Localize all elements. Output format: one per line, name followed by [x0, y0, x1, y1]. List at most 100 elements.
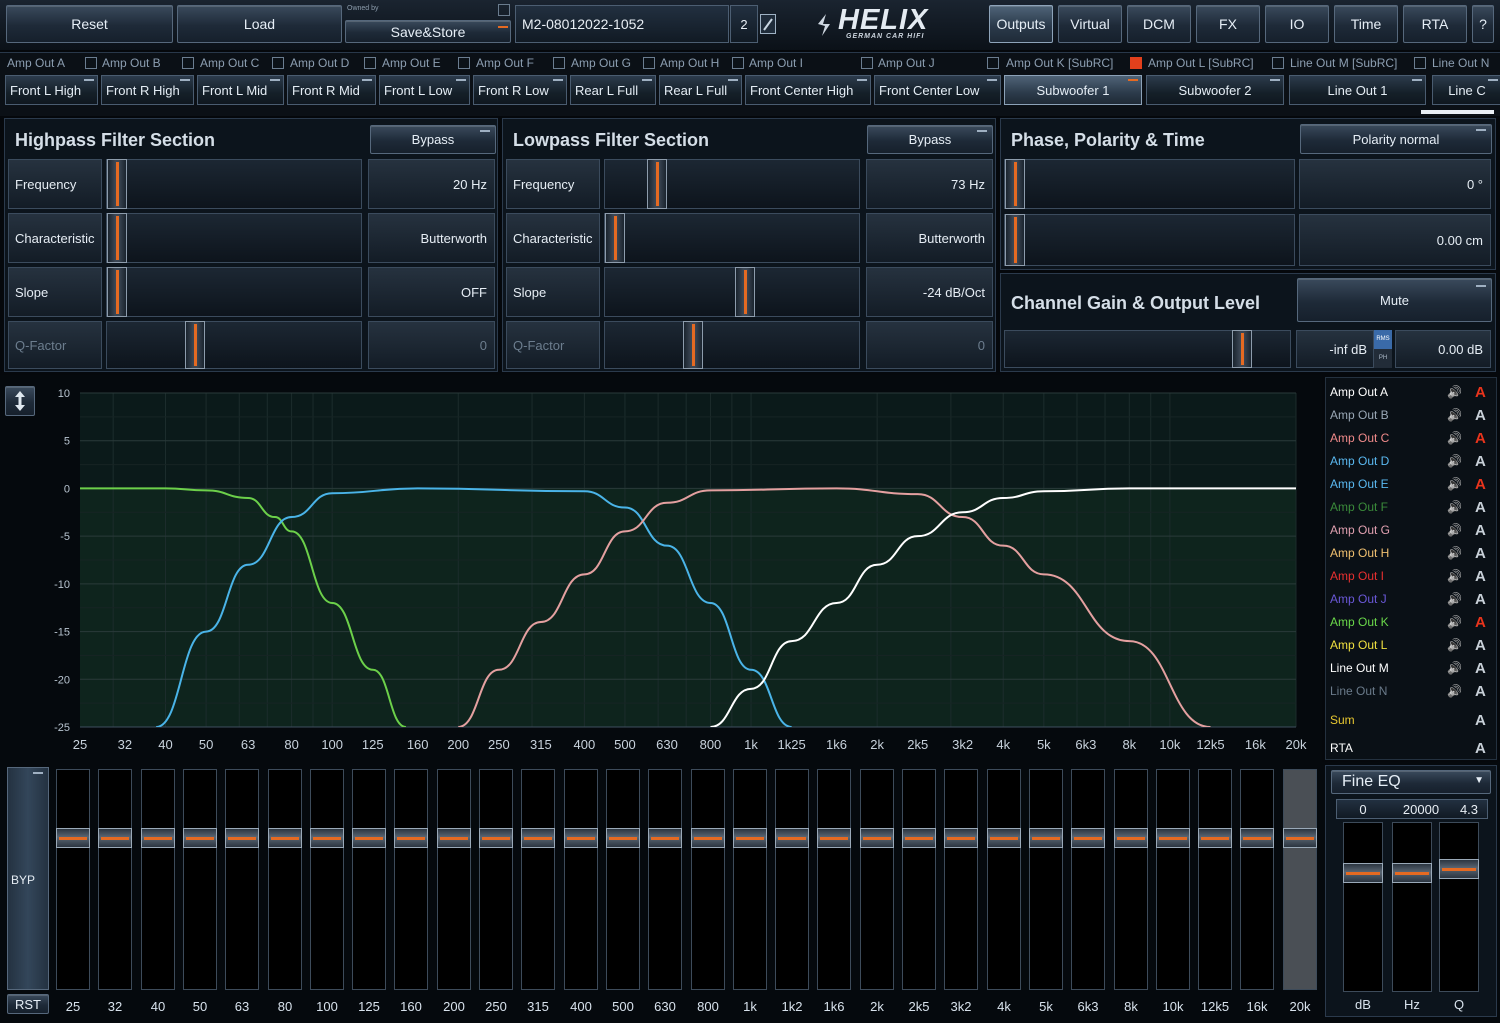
legend-item[interactable]: Amp Out D 🔊 A: [1330, 451, 1490, 471]
channel-link-checkbox[interactable]: [732, 57, 744, 69]
legend-item[interactable]: Amp Out L 🔊 A: [1330, 635, 1490, 655]
channel-link-checkbox[interactable]: [85, 57, 97, 69]
eq-band-handle[interactable]: [944, 828, 978, 848]
auto-icon[interactable]: A: [1475, 614, 1486, 631]
eq-band-handle[interactable]: [56, 828, 90, 848]
legend-item[interactable]: Amp Out B 🔊 A: [1330, 405, 1490, 425]
eq-band-slider[interactable]: [268, 769, 302, 990]
slider-handle[interactable]: [107, 213, 127, 263]
channel-button[interactable]: Front Center High: [745, 75, 871, 105]
rms-toggle[interactable]: RMS: [1374, 330, 1392, 349]
eq-band-slider[interactable]: [394, 769, 428, 990]
speaker-icon[interactable]: 🔊: [1447, 454, 1462, 468]
eq-band-slider[interactable]: [225, 769, 259, 990]
eq-band-slider[interactable]: [1114, 769, 1148, 990]
speaker-icon[interactable]: 🔊: [1447, 500, 1462, 514]
time-slider-handle[interactable]: [1005, 214, 1025, 266]
eq-band-handle[interactable]: [183, 828, 217, 848]
eq-band-slider[interactable]: [437, 769, 471, 990]
save-store-button[interactable]: Save&Store: [345, 20, 511, 43]
channel-link-checkbox[interactable]: [553, 57, 565, 69]
reset-button[interactable]: Reset: [6, 5, 173, 43]
auto-icon[interactable]: A: [1475, 453, 1486, 470]
channel-link-checkbox[interactable]: [861, 57, 873, 69]
auto-icon[interactable]: A: [1475, 660, 1486, 677]
slider-handle[interactable]: [605, 213, 625, 263]
nav-fx[interactable]: FX: [1196, 5, 1260, 43]
channel-button[interactable]: Front R Low: [473, 75, 567, 105]
lowpass-qfactor-slider[interactable]: [604, 321, 860, 369]
vertical-arrows-icon[interactable]: [5, 386, 35, 416]
legend-item[interactable]: Amp Out J 🔊 A: [1330, 589, 1490, 609]
eq-band-handle[interactable]: [1029, 828, 1063, 848]
channel-link-checkbox[interactable]: [1272, 57, 1284, 69]
legend-item[interactable]: Amp Out E 🔊 A: [1330, 474, 1490, 494]
auto-icon[interactable]: A: [1475, 430, 1486, 447]
eq-band-slider[interactable]: [691, 769, 725, 990]
auto-icon[interactable]: A: [1475, 568, 1486, 585]
speaker-icon[interactable]: 🔊: [1447, 661, 1462, 675]
speaker-icon[interactable]: 🔊: [1447, 615, 1462, 629]
speaker-icon[interactable]: 🔊: [1447, 684, 1462, 698]
edit-icon[interactable]: [760, 14, 776, 34]
legend-rta[interactable]: RTA A: [1330, 738, 1490, 758]
auto-icon[interactable]: A: [1475, 545, 1486, 562]
phase-slider-handle[interactable]: [1005, 159, 1025, 209]
lowpass-bypass-button[interactable]: Bypass: [867, 125, 993, 154]
channel-button[interactable]: Front Center Low: [874, 75, 1001, 105]
fine-eq-values[interactable]: 0 20000 4.3: [1336, 799, 1488, 819]
load-button[interactable]: Load: [177, 5, 342, 43]
eq-band-handle[interactable]: [1071, 828, 1105, 848]
eq-band-slider[interactable]: [98, 769, 132, 990]
eq-band-handle[interactable]: [860, 828, 894, 848]
eq-band-handle[interactable]: [1114, 828, 1148, 848]
mute-button[interactable]: Mute: [1297, 278, 1492, 322]
legend-item[interactable]: Line Out M 🔊 A: [1330, 658, 1490, 678]
channel-link-checkbox[interactable]: [1414, 57, 1426, 69]
fine-eq-db-value[interactable]: 0: [1337, 802, 1389, 817]
fine-eq-q-slider[interactable]: [1439, 822, 1479, 992]
eq-band-slider[interactable]: [902, 769, 936, 990]
auto-icon[interactable]: A: [1475, 683, 1486, 700]
legend-item[interactable]: Amp Out K 🔊 A: [1330, 612, 1490, 632]
response-chart[interactable]: 1050-5-10-15-20-2525 32 40 50 63 80 100 125 160 2…: [0, 375, 1322, 762]
auto-icon[interactable]: A: [1475, 712, 1486, 729]
eq-reset-button[interactable]: RST: [7, 994, 49, 1014]
lowpass-frequency-slider[interactable]: [604, 159, 860, 209]
legend-item[interactable]: Amp Out I 🔊 A: [1330, 566, 1490, 586]
highpass-bypass-button[interactable]: Bypass: [370, 125, 496, 154]
eq-band-handle[interactable]: [1283, 828, 1317, 848]
eq-band-handle[interactable]: [606, 828, 640, 848]
highpass-frequency-value[interactable]: 20 Hz: [368, 159, 495, 209]
channel-link-checkbox[interactable]: [643, 57, 655, 69]
channel-link-checkbox[interactable]: [458, 57, 470, 69]
eq-band-slider[interactable]: [775, 769, 809, 990]
legend-item[interactable]: Amp Out C 🔊 A: [1330, 428, 1490, 448]
legend-item[interactable]: Amp Out H 🔊 A: [1330, 543, 1490, 563]
eq-band-slider[interactable]: [987, 769, 1021, 990]
eq-band-handle[interactable]: [268, 828, 302, 848]
eq-band-handle[interactable]: [1198, 828, 1232, 848]
highpass-frequency-slider[interactable]: [106, 159, 362, 209]
slider-handle[interactable]: [735, 267, 755, 317]
nav-rta[interactable]: RTA: [1403, 5, 1467, 43]
auto-icon[interactable]: A: [1475, 407, 1486, 424]
time-value[interactable]: 0.00 cm: [1299, 214, 1491, 266]
eq-band-slider[interactable]: [733, 769, 767, 990]
slider-handle[interactable]: [107, 267, 127, 317]
auto-icon[interactable]: A: [1475, 476, 1486, 493]
speaker-icon[interactable]: 🔊: [1447, 569, 1462, 583]
highpass-qfactor-slider[interactable]: [106, 321, 362, 369]
eq-band-slider[interactable]: [310, 769, 344, 990]
eq-band-slider[interactable]: [564, 769, 598, 990]
eq-band-slider[interactable]: [1283, 769, 1317, 990]
eq-band-slider[interactable]: [183, 769, 217, 990]
auto-icon[interactable]: A: [1475, 522, 1486, 539]
speaker-icon[interactable]: 🔊: [1447, 385, 1462, 399]
slider-handle[interactable]: [683, 321, 703, 369]
legend-item[interactable]: Amp Out A 🔊 A: [1330, 382, 1490, 402]
highpass-characteristic-slider[interactable]: [106, 213, 362, 263]
speaker-icon[interactable]: 🔊: [1447, 431, 1462, 445]
eq-band-handle[interactable]: [902, 828, 936, 848]
legend-sum[interactable]: Sum A: [1330, 710, 1490, 730]
